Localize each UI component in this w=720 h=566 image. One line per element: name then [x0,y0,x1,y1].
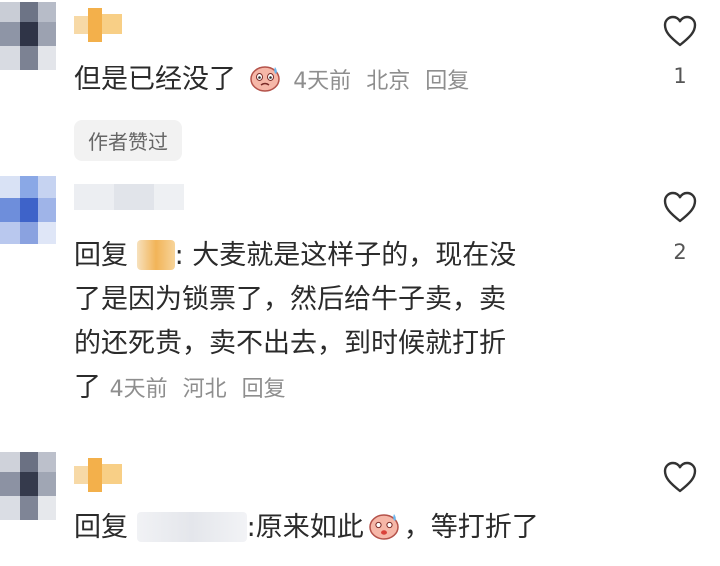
comment-meta: 4天前 北京 回复 [293,69,477,94]
username-blurred[interactable] [74,458,124,492]
mentioned-user-blurred[interactable] [136,512,247,542]
avatar[interactable] [0,176,56,244]
comment-item[interactable]: 回复 :原来如此 ，等打折了 [0,450,720,566]
reply-prefix: 回复 [74,512,128,543]
comment-content: 但是已经没了 4天前 北京 回复 [74,58,477,104]
author-liked-tag: 作者赞过 [74,120,182,161]
like-button[interactable] [660,460,700,494]
comment-text-line: 的还死贵，卖不出去，到时候就打折 [74,328,506,359]
comment-meta: 4天前 河北 回复 [110,377,294,402]
comment-text: :原来如此 [246,512,364,543]
like-count: 2 [673,240,687,264]
comment-time: 4天前 [293,69,352,94]
like-button[interactable] [660,14,700,48]
comment-line: 回复 : 大麦就是这样子的，现在没 [74,234,516,278]
comment-location: 北京 [366,69,411,94]
comment-time: 4天前 [109,377,168,402]
username-blurred[interactable] [74,8,124,42]
username-blurred[interactable] [74,180,184,214]
comment-text-line: 了是因为锁票了，然后给牛子卖，卖 [74,284,506,315]
comment-text-line: : 大麦就是这样子的，现在没 [174,240,517,271]
heart-outline-icon [663,461,697,493]
comment-content: 回复 : 大麦就是这样子的，现在没 了是因为锁票了，然后给牛子卖，卖 的还死贵，… [74,234,516,412]
like-button[interactable] [660,190,700,224]
like-count: 1 [673,64,687,88]
comment-location: 河北 [182,377,227,402]
mentioned-user-blurred[interactable] [136,240,175,270]
comment-item[interactable]: 回复 : 大麦就是这样子的，现在没 了是因为锁票了，然后给牛子卖，卖 的还死贵，… [0,172,720,432]
comment-item[interactable]: 但是已经没了 4天前 北京 回复 作者赞过 1 [0,0,720,161]
reply-button[interactable]: 回复 [242,377,286,402]
crying-face-emoji-icon [368,514,399,540]
avatar[interactable] [0,452,56,520]
comment-text: 但是已经没了 [74,64,236,95]
comment-last-line: 了 4天前 河北 回复 [74,366,516,412]
comment-text: ，等打折了 [403,512,539,543]
reply-prefix: 回复 [74,240,128,271]
heart-outline-icon [663,191,697,223]
avatar[interactable] [0,2,56,70]
comment-content: 回复 :原来如此 ，等打折了 [74,506,539,550]
reply-button[interactable]: 回复 [425,69,469,94]
crying-face-emoji-icon [249,66,280,92]
comment-text-line: 了 [74,372,101,403]
heart-outline-icon [663,15,697,47]
